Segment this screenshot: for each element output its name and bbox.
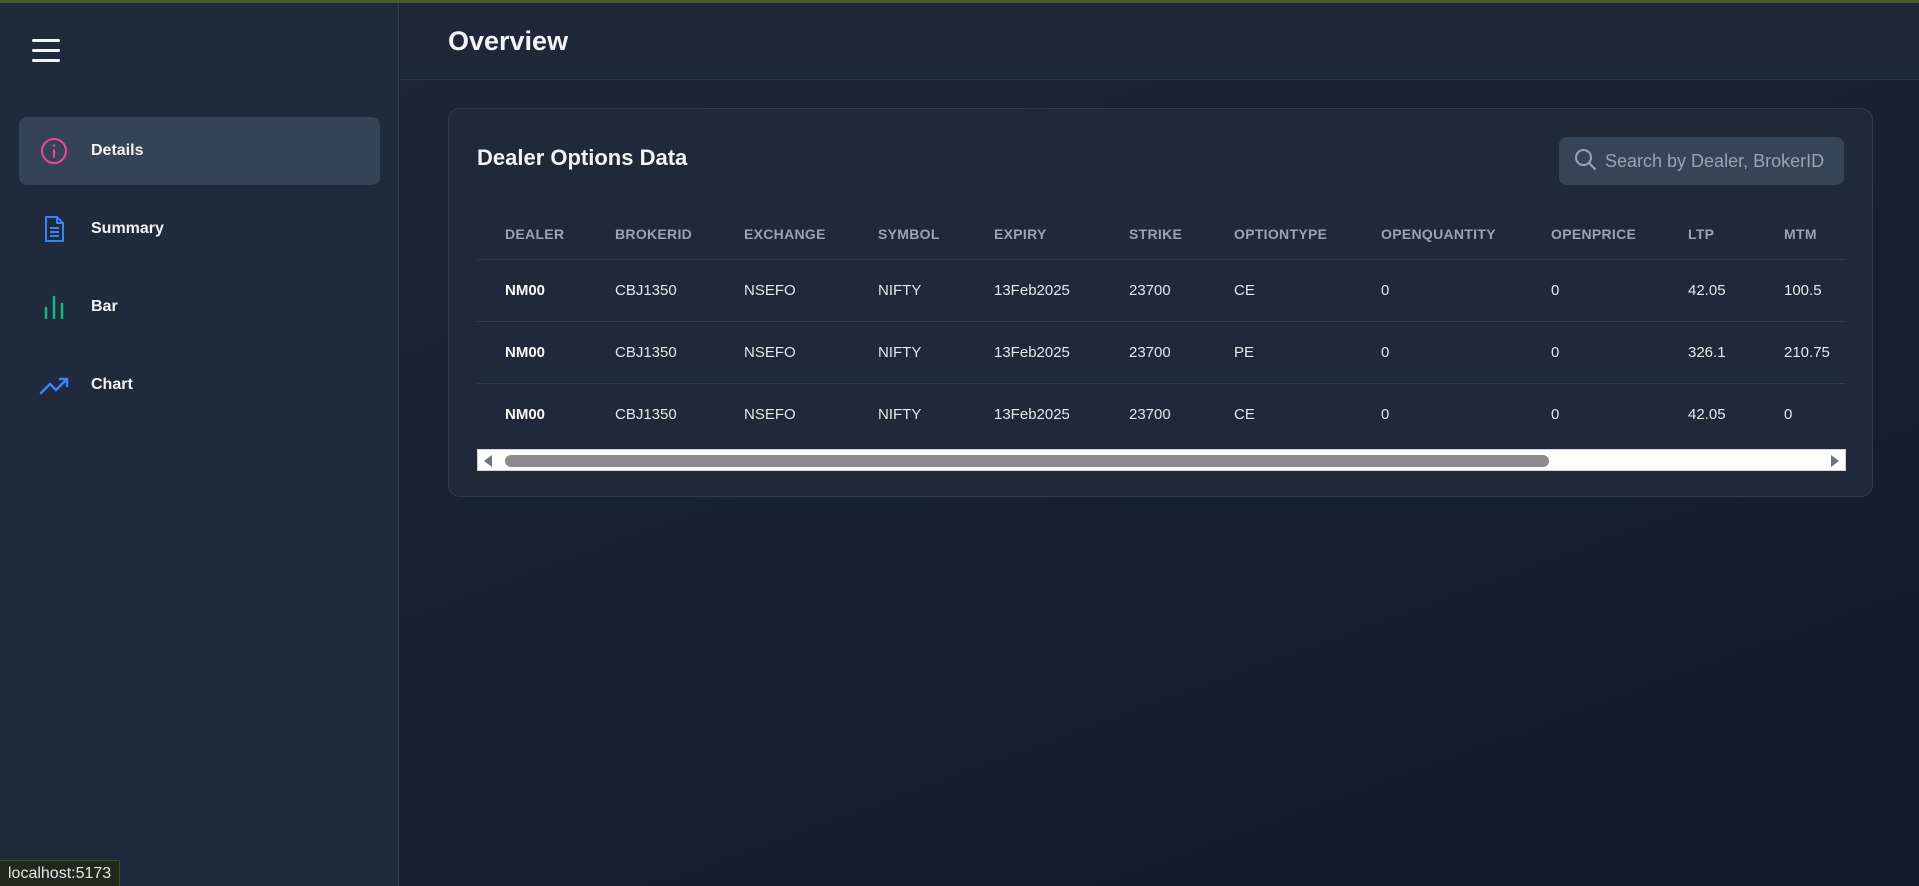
sidebar-item-details[interactable]: Details [19,117,380,185]
column-header-expiry[interactable]: EXPIRY [966,209,1101,260]
sidebar-item-label: Details [91,142,144,159]
cell-ltp: 326.1 [1660,321,1756,384]
cell-expiry: 13Feb2025 [994,405,1070,423]
cell-openprice: 0 [1523,321,1660,384]
sidebar-item-label: Chart [91,376,133,393]
status-url: localhost:5173 [0,860,121,886]
card-title: Dealer Options Data [477,145,688,170]
trending-up-icon [39,370,69,400]
cell-symbol: NIFTY [850,321,966,384]
column-header-symbol[interactable]: SYMBOL [850,209,966,260]
sidebar-item-label: Summary [91,220,164,237]
search-icon [1573,147,1597,176]
column-header-optiontype[interactable]: OPTIONTYPE [1206,209,1353,260]
cell-brokerid: CBJ1350 [587,259,716,322]
cell-brokerid: CBJ1350 [587,321,716,384]
sidebar-item-bar[interactable]: Bar [19,273,380,341]
cell-openprice: 0 [1551,405,1560,423]
search-box[interactable] [1559,137,1844,185]
cell-openquantity: 0 [1353,321,1523,384]
page-title: Overview [448,25,569,56]
cell-expiry: 13Feb2025 [966,259,1101,322]
cell-exchange: NSEFO [716,259,850,322]
cell-symbol: NIFTY [878,405,922,423]
cell-optiontype: PE [1206,321,1353,384]
table-row[interactable]: NM00 CBJ1350 NSEFO NIFTY 13Feb2025 23700… [477,383,1846,445]
sidebar-item-chart[interactable]: Chart [19,351,380,419]
sidebar-item-label: Bar [91,298,118,315]
cell-mtm: 0 [1784,405,1793,423]
cell-expiry: 13Feb2025 [966,321,1101,384]
cell-ltp: 42.05 [1660,259,1756,322]
column-header-exchange[interactable]: EXCHANGE [716,209,850,260]
document-icon [39,214,69,244]
column-header-mtm[interactable]: MTM [1756,209,1846,260]
cell-strike: 23700 [1101,321,1206,384]
cell-optiontype: CE [1234,405,1255,423]
column-header-ltp[interactable]: LTP [1660,209,1756,260]
cell-brokerid: CBJ1350 [615,405,677,423]
column-header-dealer[interactable]: DEALER [477,209,587,260]
cell-symbol: NIFTY [850,259,966,322]
dealer-options-card: Dealer Options Data DEALER BROKERID EXCH [448,108,1873,497]
hamburger-icon[interactable] [32,39,60,65]
scroll-left-arrow-icon[interactable] [484,455,492,467]
scrollbar-thumb[interactable] [505,455,1549,467]
cell-optiontype: CE [1206,259,1353,322]
cell-dealer: NM00 [477,259,587,322]
column-header-strike[interactable]: STRIKE [1101,209,1206,260]
page-header: Overview [400,3,1919,80]
table-row[interactable]: NM00 CBJ1350 NSEFO NIFTY 13Feb2025 23700… [477,259,1846,322]
table-header-row: DEALER BROKERID EXCHANGE SYMBOL EXPIRY S… [477,209,1846,260]
column-header-openprice[interactable]: OPENPRICE [1523,209,1660,260]
sidebar: Details Summary Bar Chart [0,3,399,886]
horizontal-scrollbar[interactable] [477,449,1846,471]
column-header-brokerid[interactable]: BROKERID [587,209,716,260]
cell-ltp: 42.05 [1688,405,1726,423]
main-content: Overview Dealer Options Data DEALER BROK… [400,3,1919,886]
cell-strike: 23700 [1129,405,1171,423]
cell-openquantity: 0 [1353,259,1523,322]
column-header-openquantity[interactable]: OPENQUANTITY [1353,209,1523,260]
cell-exchange: NSEFO [716,321,850,384]
cell-mtm: 100.5 [1756,259,1846,322]
cell-dealer: NM00 [505,405,546,423]
cell-openprice: 0 [1523,259,1660,322]
search-input[interactable] [1605,150,1840,172]
info-icon [39,136,69,166]
sidebar-item-summary[interactable]: Summary [19,195,380,263]
cell-openquantity: 0 [1381,405,1390,423]
cell-mtm: 210.75 [1756,321,1846,384]
table-container: DEALER BROKERID EXCHANGE SYMBOL EXPIRY S… [477,209,1846,445]
scroll-right-arrow-icon[interactable] [1831,455,1839,467]
bar-chart-icon [39,292,69,322]
cell-exchange: NSEFO [744,405,796,423]
cell-strike: 23700 [1101,259,1206,322]
dealer-options-table: DEALER BROKERID EXCHANGE SYMBOL EXPIRY S… [477,209,1846,445]
cell-dealer: NM00 [477,321,587,384]
sidebar-nav: Details Summary Bar Chart [19,117,380,429]
table-row[interactable]: NM00 CBJ1350 NSEFO NIFTY 13Feb2025 23700… [477,321,1846,384]
